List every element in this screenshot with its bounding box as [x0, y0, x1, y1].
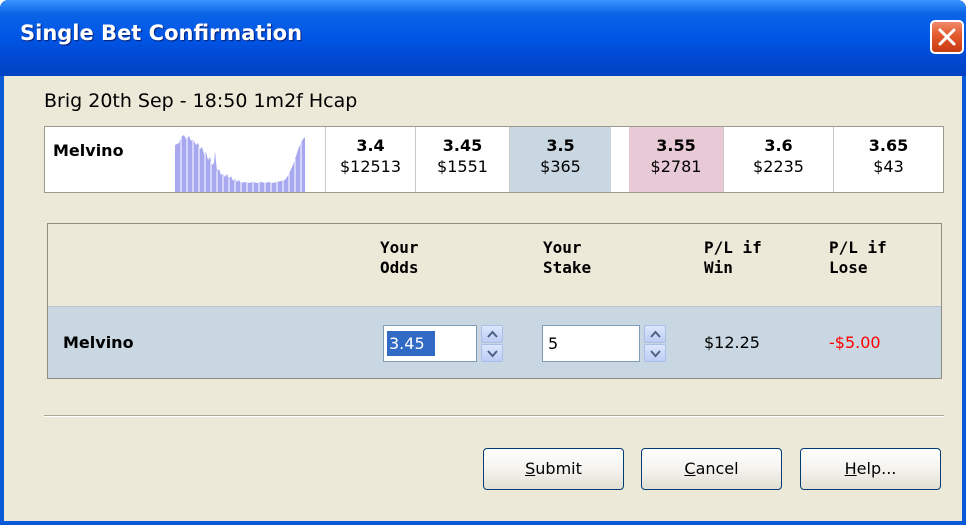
- bet-table: Your Odds Your Stake P/L if Win P/L if L…: [47, 223, 942, 379]
- back-price-1-amount: $12513: [339, 157, 402, 176]
- title-bar[interactable]: Single Bet Confirmation: [0, 0, 966, 76]
- pl-lose-value: -$5.00: [829, 333, 881, 352]
- header-your-odds-line1: Your: [380, 238, 419, 257]
- chevron-down-icon: [487, 350, 498, 358]
- lay-price-2-amount: $2235: [753, 157, 804, 176]
- window-title: Single Bet Confirmation: [20, 21, 303, 45]
- cancel-button[interactable]: Cancel: [641, 448, 782, 490]
- odds-spin-down-button[interactable]: [481, 344, 503, 362]
- table-row: Melvino 3.45 5 $12.25 -$5.00: [48, 306, 941, 378]
- lay-price-3-odds: 3.65: [868, 136, 909, 155]
- header-pl-win-line2: Win: [704, 258, 733, 277]
- pl-win-value: $12.25: [704, 333, 760, 352]
- help-label: elp...: [856, 459, 897, 478]
- header-your-stake-line2: Stake: [543, 258, 592, 277]
- cancel-label: ancel: [695, 459, 739, 478]
- lay-price-3-amount: $43: [873, 157, 904, 176]
- odds-spinner[interactable]: [481, 325, 503, 362]
- back-price-2[interactable]: 3.45 $1551: [415, 127, 509, 192]
- stake-spin-up-button[interactable]: [644, 325, 666, 343]
- lay-price-2-odds: 3.6: [764, 136, 793, 155]
- ladder-spread-gap: [611, 127, 629, 192]
- price-history-sparkline: [175, 135, 305, 192]
- header-pl-lose-line1: P/L if: [829, 238, 887, 257]
- stake-input[interactable]: [546, 331, 624, 356]
- header-pl-win: P/L if Win: [704, 238, 762, 278]
- close-button[interactable]: [930, 20, 964, 54]
- chevron-up-icon: [650, 330, 661, 338]
- back-price-1-odds: 3.4: [356, 136, 385, 155]
- back-price-3[interactable]: 3.5 $365: [509, 127, 611, 192]
- close-icon: [938, 28, 956, 46]
- stake-field[interactable]: [542, 325, 640, 362]
- header-pl-lose-line2: Lose: [829, 258, 868, 277]
- help-button[interactable]: Help...: [800, 448, 941, 490]
- lay-price-1-odds: 3.55: [656, 136, 696, 155]
- dialog-body: Brig 20th Sep - 18:50 1m2f Hcap Melvino …: [4, 76, 962, 521]
- ladder-runner-name: Melvino: [53, 141, 124, 160]
- dialog-window: Single Bet Confirmation Brig 20th Sep - …: [0, 0, 966, 525]
- back-price-3-amount: $365: [540, 157, 581, 176]
- chevron-up-icon: [487, 330, 498, 338]
- divider: [44, 415, 944, 417]
- odds-field[interactable]: [383, 325, 477, 362]
- lay-price-3[interactable]: 3.65 $43: [833, 127, 943, 192]
- submit-button[interactable]: Submit: [483, 448, 624, 490]
- back-price-1[interactable]: 3.4 $12513: [325, 127, 415, 192]
- lay-price-1[interactable]: 3.55 $2781: [629, 127, 723, 192]
- back-price-2-odds: 3.45: [442, 136, 483, 155]
- price-ladder: Melvino 3.4 $12513 3.45 $1551 3.5 $365 3…: [44, 126, 944, 193]
- back-price-2-amount: $1551: [437, 157, 488, 176]
- submit-accelerator: S: [525, 459, 536, 478]
- cancel-accelerator: C: [684, 459, 696, 478]
- submit-label: ubmit: [535, 459, 582, 478]
- header-your-odds: Your Odds: [380, 238, 419, 278]
- header-your-odds-line2: Odds: [380, 258, 419, 277]
- stake-spinner[interactable]: [644, 325, 666, 362]
- race-title: Brig 20th Sep - 18:50 1m2f Hcap: [44, 90, 358, 112]
- chevron-down-icon: [650, 350, 661, 358]
- header-pl-win-line1: P/L if: [704, 238, 762, 257]
- header-your-stake: Your Stake: [543, 238, 591, 278]
- lay-price-1-amount: $2781: [650, 157, 702, 176]
- row-runner-name: Melvino: [63, 333, 134, 352]
- header-pl-lose: P/L if Lose: [829, 238, 887, 278]
- stake-spin-down-button[interactable]: [644, 344, 666, 362]
- odds-input[interactable]: [387, 331, 435, 356]
- header-your-stake-line1: Your: [543, 238, 582, 257]
- help-accelerator: H: [844, 459, 857, 478]
- back-price-3-odds: 3.5: [546, 136, 575, 155]
- lay-price-2[interactable]: 3.6 $2235: [723, 127, 833, 192]
- odds-spin-up-button[interactable]: [481, 325, 503, 343]
